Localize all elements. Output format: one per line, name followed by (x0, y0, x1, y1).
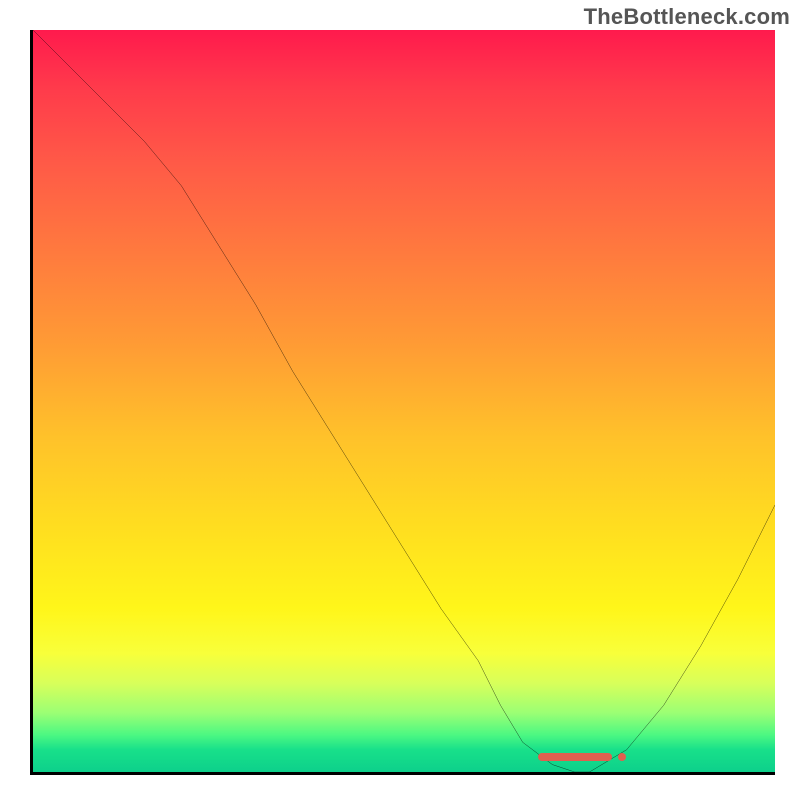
plot-area (30, 30, 775, 775)
curve-svg (33, 30, 775, 772)
bottleneck-chart: TheBottleneck.com (0, 0, 800, 800)
bottleneck-curve-path (33, 30, 775, 772)
watermark-text: TheBottleneck.com (584, 4, 790, 30)
optimal-range-marker (538, 753, 612, 761)
optimal-range-dot (618, 753, 626, 761)
